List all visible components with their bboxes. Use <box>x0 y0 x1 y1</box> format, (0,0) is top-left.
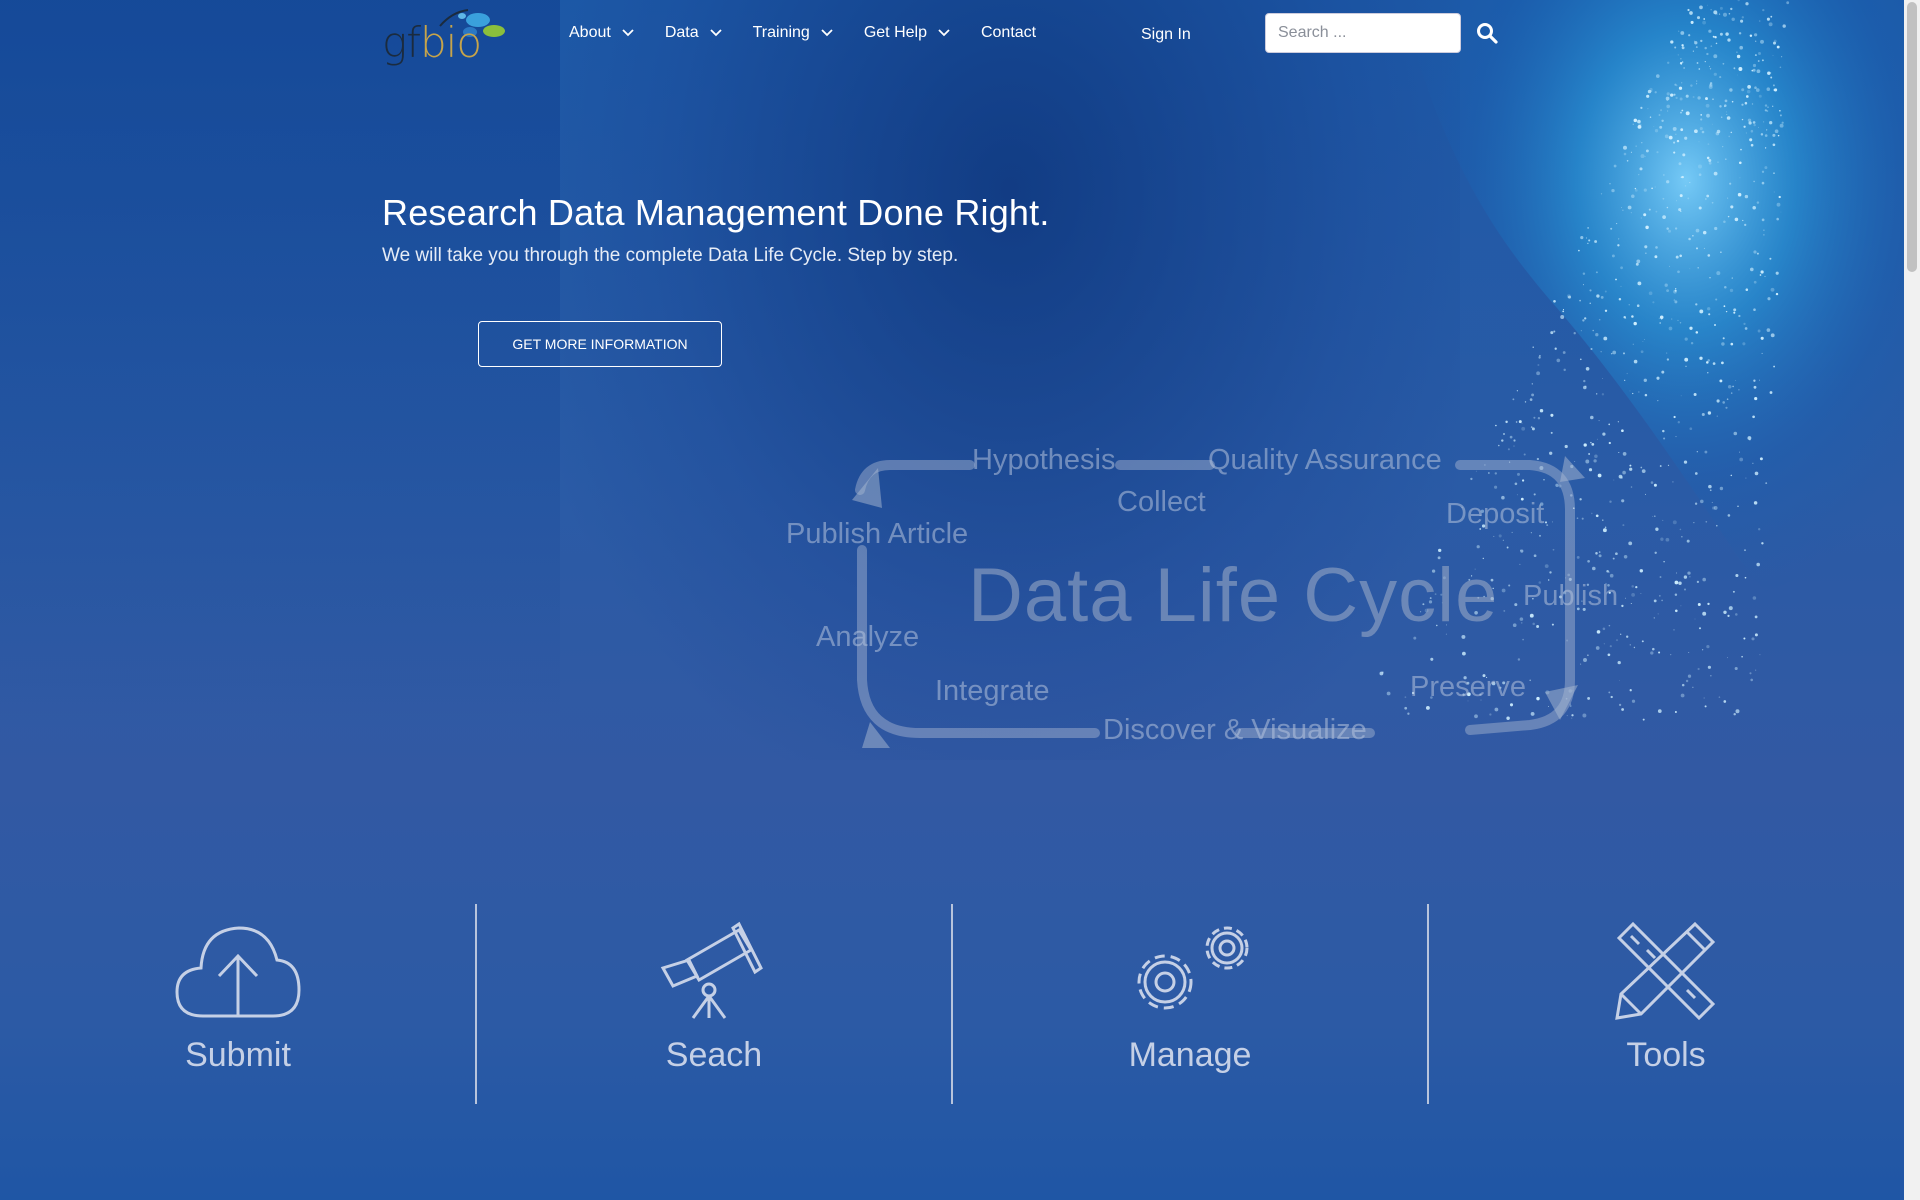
hero-subtitle: We will take you through the complete Da… <box>382 245 959 266</box>
cycle-label-discover-visualize: Discover & Visualize <box>1103 714 1367 746</box>
feature-search[interactable]: Seach <box>476 900 952 1105</box>
nav-label-training: Training <box>752 24 810 41</box>
gears-icon <box>1137 926 1249 1010</box>
nav-item-training[interactable]: Training <box>753 24 834 42</box>
get-more-information-button[interactable]: GET MORE INFORMATION <box>478 321 722 367</box>
cycle-label-hypothesis: Hypothesis <box>972 444 1116 476</box>
nav-item-contact[interactable]: Contact <box>981 24 1036 42</box>
cycle-label-collect: Collect <box>1117 486 1206 518</box>
nav-label-get-help: Get Help <box>863 24 927 41</box>
nav-label-data: Data <box>664 24 699 41</box>
page-scrollbar[interactable] <box>1904 0 1920 1200</box>
background-shade-left <box>0 0 560 720</box>
chevron-down-icon <box>622 29 634 37</box>
search-icon[interactable] <box>1476 22 1498 44</box>
cycle-label-analyze: Analyze <box>816 621 920 653</box>
cycle-center-title: Data Life Cycle <box>968 553 1499 638</box>
feature-manage[interactable]: Manage <box>952 900 1428 1105</box>
nav-item-about[interactable]: About <box>569 24 635 42</box>
feature-label-tools: Tools <box>1626 1036 1706 1074</box>
feature-divider <box>1427 904 1429 1104</box>
cloud-upload-icon <box>175 926 301 1018</box>
chevron-down-icon <box>709 29 722 37</box>
cycle-label-publish-article: Publish Article <box>786 518 969 550</box>
ruler-pencil-icon <box>1615 921 1716 1020</box>
feature-tools[interactable]: Tools <box>1428 900 1904 1105</box>
data-life-cycle-diagram: Hypothesis Quality Assurance Collect Dep… <box>770 430 1650 760</box>
cycle-label-deposit: Deposit <box>1446 498 1545 530</box>
hero-title: Research Data Management Done Right. <box>382 192 1050 233</box>
cycle-label-publish: Publish <box>1523 580 1619 612</box>
feature-divider <box>475 904 477 1104</box>
chevron-down-icon <box>938 29 950 37</box>
scrollbar-thumb[interactable] <box>1907 2 1917 272</box>
search-input[interactable] <box>1265 13 1461 53</box>
site-header: gfbio About Data Training Get Help Conta… <box>0 0 1904 72</box>
feature-submit[interactable]: Submit <box>0 900 476 1105</box>
cycle-label-preserve: Preserve <box>1410 671 1527 703</box>
cycle-label-quality-assurance: Quality Assurance <box>1208 444 1442 476</box>
nav-item-get-help[interactable]: Get Help <box>864 24 951 42</box>
nav-label-about: About <box>569 24 611 41</box>
nav-item-data[interactable]: Data <box>665 24 723 42</box>
feature-divider <box>951 904 953 1104</box>
cycle-label-integrate: Integrate <box>935 675 1050 707</box>
feature-label-search: Seach <box>665 1036 763 1074</box>
gfbio-logo[interactable]: gfbio <box>382 4 512 67</box>
nav-label-contact: Contact <box>980 24 1037 41</box>
logo-wordmark: gfbio <box>382 18 482 67</box>
feature-label-submit: Submit <box>185 1036 291 1074</box>
feature-label-manage: Manage <box>1128 1036 1252 1074</box>
chevron-down-icon <box>821 29 833 37</box>
sign-in-link[interactable]: Sign In <box>1141 26 1191 44</box>
main-nav: About Data Training Get Help Contact <box>569 24 1066 42</box>
telescope-icon <box>660 921 763 1019</box>
